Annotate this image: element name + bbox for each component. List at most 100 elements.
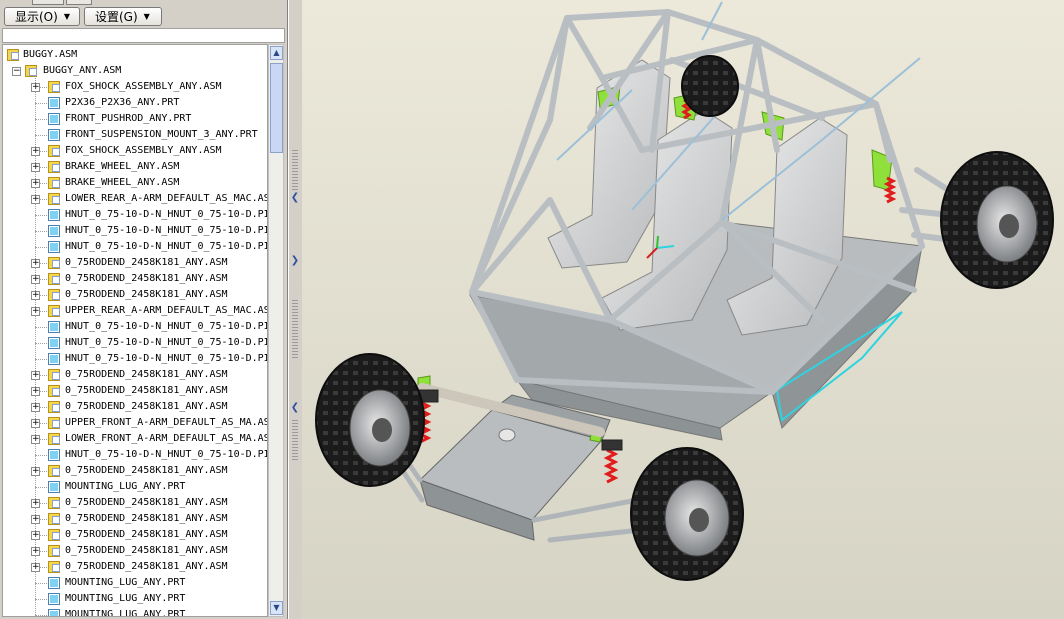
expand-plus-icon[interactable]: + [31,371,40,380]
tree-row-assembly[interactable]: + LOWER_FRONT_A-ARM_DEFAULT_AS_MA.AS [3,431,267,447]
cad-application-window: 显示(O) ▼ 设置(G) ▼ BUGGY.ASM − BUGGY_ANY.ASM +… [0,0,1064,619]
tree-row-assembly[interactable]: +0_75RODEND_2458K181_ANY.ASM [3,527,267,543]
tree-row-subassembly[interactable]: − BUGGY_ANY.ASM [3,63,267,79]
expand-plus-icon[interactable]: + [31,515,40,524]
expand-plus-icon[interactable]: + [31,291,40,300]
part-icon [48,129,60,141]
tree-row-part[interactable]: HNUT_0_75-10-D-N_HNUT_0_75-10-D.PI [3,351,268,367]
expand-plus-icon[interactable]: + [31,387,40,396]
expand-plus-icon[interactable]: + [31,195,40,204]
tree-guide-line [35,247,47,248]
collapse-left-icon[interactable]: ❮ [290,402,300,414]
tree-item-label: FOX_SHOCK_ASSEMBLY_ANY.ASM [65,145,222,156]
tab-model-tree[interactable] [32,0,64,5]
expand-plus-icon[interactable]: + [31,435,40,444]
tree-row-part[interactable]: HNUT_0_75-10-D-N_HNUT_0_75-10-D.PI [3,223,268,239]
tree-item-label: HNUT_0_75-10-D-N_HNUT_0_75-10-D.PI [65,353,268,364]
3d-graphics-window[interactable] [302,0,1064,619]
tree-row-assembly[interactable]: +0_75RODEND_2458K181_ANY.ASM [3,559,267,575]
tree-row-assembly[interactable]: +0_75RODEND_2458K181_ANY.ASM [3,367,267,383]
settings-menu-button[interactable]: 设置(G) ▼ [84,7,162,26]
tree-row-assembly[interactable]: +0_75RODEND_2458K181_ANY.ASM [3,543,267,559]
tree-row-part[interactable]: FRONT_SUSPENSION_MOUNT_3_ANY.PRT [3,127,267,143]
tree-row-part[interactable]: HNUT_0_75-10-D-N_HNUT_0_75-10-D.PI [3,447,267,463]
tree-item-label: 0_75RODEND_2458K181_ANY.ASM [65,289,228,300]
part-icon [48,481,60,493]
rear-right-wheel [940,151,1054,289]
assembly-icon [48,385,60,397]
tree-row-part[interactable]: MOUNTING_LUG_ANY.PRT [3,607,267,616]
tree-row-assembly[interactable]: + UPPER_FRONT_A-ARM_DEFAULT_AS_MA.AS [3,415,267,431]
expand-plus-icon[interactable]: + [31,147,40,156]
expand-right-icon[interactable]: ❯ [290,255,300,267]
tree-item-label: MOUNTING_LUG_ANY.PRT [65,593,186,604]
tree-item-label: 0_75RODEND_2458K181_ANY.ASM [65,497,228,508]
expand-plus-icon[interactable]: + [31,531,40,540]
tree-row-assembly[interactable]: +0_75RODEND_2458K181_ANY.ASM [3,287,267,303]
tree-row-assembly[interactable]: +0_75RODEND_2458K181_ANY.ASM [3,271,267,287]
tree-row-part[interactable]: HNUT_0_75-10-D-N_HNUT_0_75-10-D.PI [3,335,267,351]
expand-plus-icon[interactable]: + [31,83,40,92]
tree-row-part[interactable]: MOUNTING_LUG_ANY.PRT [3,575,267,591]
tree-row-root[interactable]: BUGGY.ASM [3,47,267,63]
tree-row-part[interactable]: MOUNTING_LUG_ANY.PRT [3,591,267,607]
tree-row-assembly[interactable]: +0_75RODEND_2458K181_ANY.ASM [3,511,267,527]
assembly-icon [48,193,60,205]
tree-item-label: MOUNTING_LUG_ANY.PRT [65,481,186,492]
expand-plus-icon[interactable]: + [31,259,40,268]
assembly-icon [48,305,60,317]
model-tree: BUGGY.ASM − BUGGY_ANY.ASM + FOX_SHOCK_ASSEMB… [2,44,268,617]
assembly-icon [48,161,60,173]
expand-plus-icon[interactable]: + [31,499,40,508]
collapse-left-icon[interactable]: ❮ [290,192,300,204]
tree-row-part[interactable]: HNUT_0_75-10-D-N_HNUT_0_75-10-D.PI [3,207,267,223]
part-icon [48,113,60,125]
expand-plus-icon[interactable]: + [31,467,40,476]
tab-folder-browser[interactable] [66,0,92,5]
tree-row-assembly[interactable]: + FOX_SHOCK_ASSEMBLY_ANY.ASM [3,143,267,159]
tree-item-label: 0_75RODEND_2458K181_ANY.ASM [65,257,228,268]
tree-row-assembly[interactable]: +0_75RODEND_2458K181_ANY.ASM [3,399,267,415]
tree-item-label: HNUT_0_75-10-D-N_HNUT_0_75-10-D.PI [65,225,268,236]
scroll-up-icon[interactable]: ▲ [270,46,283,60]
expand-plus-icon[interactable]: + [31,179,40,188]
scrollbar-thumb[interactable] [270,63,283,153]
tree-row-assembly[interactable]: + LOWER_REAR_A-ARM_DEFAULT_AS_MAC.AS [3,191,267,207]
tree-row-assembly[interactable]: + BRAKE_WHEEL_ANY.ASM [3,175,267,191]
assembly-icon [48,145,60,157]
tree-row-assembly[interactable]: + UPPER_REAR_A-ARM_DEFAULT_AS_MAC.AS [3,303,267,319]
tree-row-assembly[interactable]: +0_75RODEND_2458K181_ANY.ASM [3,255,267,271]
scroll-down-icon[interactable]: ▼ [270,601,283,615]
tree-row-part[interactable]: MOUNTING_LUG_ANY.PRT [3,479,267,495]
expand-plus-icon[interactable]: + [31,563,40,572]
assembly-icon [48,289,60,301]
tree-item-label: 0_75RODEND_2458K181_ANY.ASM [65,273,228,284]
display-menu-button[interactable]: 显示(O) ▼ [4,7,80,26]
tree-row-assembly[interactable]: +0_75RODEND_2458K181_ANY.ASM [3,383,267,399]
expand-plus-icon[interactable]: + [31,275,40,284]
tree-vertical-scrollbar[interactable]: ▲ ▼ [268,44,284,617]
panel-splitter[interactable]: ❮ ❯ ❮ [288,0,302,619]
expand-plus-icon[interactable]: + [31,419,40,428]
part-icon [48,321,60,333]
tree-row-assembly[interactable]: + FOX_SHOCK_ASSEMBLY_ANY.ASM [3,79,267,95]
tree-row-part[interactable]: FRONT_PUSHROD_ANY.PRT [3,111,267,127]
tree-guide-line [35,327,47,328]
tree-item-label: BUGGY.ASM [23,49,78,60]
tree-item-label: HNUT_0_75-10-D-N_HNUT_0_75-10-D.PI [65,321,268,332]
tree-guide-line [35,215,47,216]
tree-row-part[interactable]: P2X36_P2X36_ANY.PRT [3,95,267,111]
tree-row-assembly[interactable]: +0_75RODEND_2458K181_ANY.ASM [3,463,267,479]
tree-row-assembly[interactable]: + BRAKE_WHEEL_ANY.ASM [3,159,267,175]
tree-row-assembly[interactable]: +0_75RODEND_2458K181_ANY.ASM [3,495,267,511]
expand-plus-icon[interactable]: + [31,547,40,556]
collapse-minus-icon[interactable]: − [12,67,21,76]
tree-row-part[interactable]: HNUT_0_75-10-D-N_HNUT_0_75-10-D.PI [3,239,267,255]
part-icon [48,577,60,589]
chevron-down-icon: ▼ [63,12,70,21]
expand-plus-icon[interactable]: + [31,163,40,172]
expand-plus-icon[interactable]: + [31,403,40,412]
tree-row-part[interactable]: HNUT_0_75-10-D-N_HNUT_0_75-10-D.PI [3,319,268,335]
expand-plus-icon[interactable]: + [31,307,40,316]
tree-filter-bar[interactable] [2,28,285,43]
